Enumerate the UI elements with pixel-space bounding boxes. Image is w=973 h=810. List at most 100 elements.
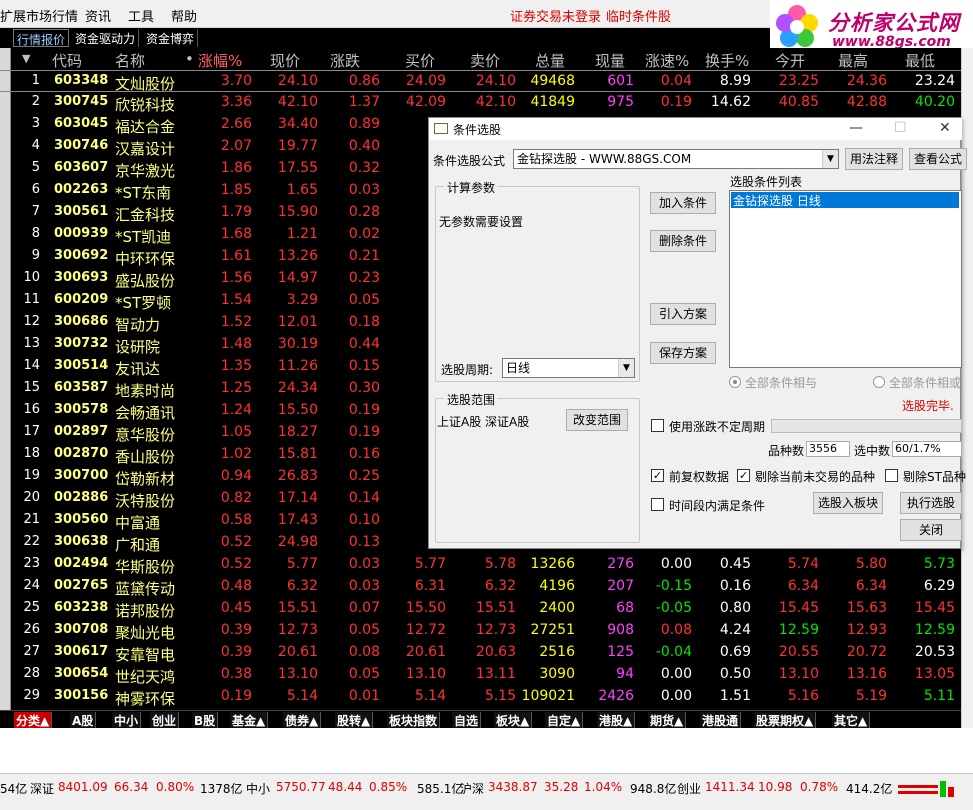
- table-row[interactable]: 25 603238 诺邦股份 0.45 15.51 0.07 15.50 15.51 2400 6…: [0, 598, 961, 620]
- cell-name: *ST东南: [115, 184, 172, 202]
- pre-rights-checkbox[interactable]: ✓: [651, 469, 664, 482]
- bottom-tab-8[interactable]: 板块指数: [387, 712, 441, 728]
- uncertain-period-checkbox[interactable]: [651, 419, 664, 432]
- chevron-down-icon[interactable]: ▼: [822, 150, 838, 168]
- radio-and[interactable]: [729, 376, 741, 388]
- table-row[interactable]: 1 603348 文灿股份 3.70 24.10 0.86 24.09 24.10 49468 6…: [0, 70, 961, 93]
- tab-quotes[interactable]: 行情报价: [13, 29, 70, 47]
- header-name-col[interactable]: 名称: [115, 50, 145, 71]
- cell-code: 300156: [54, 688, 109, 703]
- cell-n: 20: [23, 490, 40, 505]
- header-vol-col[interactable]: 总量: [535, 50, 565, 71]
- header-dot-col[interactable]: •: [185, 50, 194, 68]
- menu-news[interactable]: 资讯: [85, 6, 111, 25]
- header-bid-col[interactable]: 买价: [405, 50, 435, 71]
- sort-menu-icon[interactable]: ▼: [22, 52, 30, 65]
- menu-tools[interactable]: 工具: [128, 6, 154, 25]
- bottom-tab-0[interactable]: 分类▲: [14, 712, 53, 728]
- count-value: 3556: [806, 441, 850, 457]
- menu-extended-market[interactable]: 扩展市场行情: [0, 6, 78, 25]
- bottom-tab-1[interactable]: A股: [70, 712, 97, 728]
- table-row[interactable]: 27 300617 安靠智电 0.39 20.61 0.08 20.61 20.63 2516 1…: [0, 642, 961, 664]
- close-button[interactable]: 关闭: [900, 519, 962, 541]
- condition-list-item[interactable]: 金钻探选股 日线: [731, 192, 959, 208]
- cell-high: 13.16: [846, 666, 887, 682]
- header-ask-col[interactable]: 卖价: [470, 50, 500, 71]
- header-cur-col[interactable]: 现量: [595, 50, 625, 71]
- bottom-tab-10[interactable]: 板块▲: [494, 712, 533, 728]
- menu-help[interactable]: 帮助: [171, 6, 197, 25]
- header-code-col[interactable]: 代码: [52, 50, 82, 71]
- bottom-tab-3[interactable]: 创业: [150, 712, 180, 728]
- bottom-tab-12[interactable]: 港股▲: [597, 712, 636, 728]
- exclude-untraded-checkbox[interactable]: ✓: [737, 469, 750, 482]
- tab-capital-game[interactable]: 资金博弈: [143, 29, 199, 47]
- table-row[interactable]: 24 002765 蓝黛传动 0.48 6.32 0.03 6.31 6.32 4196 207 -…: [0, 576, 961, 598]
- header-open-col[interactable]: 今开: [775, 50, 805, 71]
- cell-cur: 601: [607, 73, 634, 89]
- bottom-tab-2[interactable]: 中小: [112, 712, 142, 728]
- formula-select[interactable]: 金钻探选股 - WWW.88GS.COM ▼: [513, 149, 839, 169]
- exclude-st-checkbox[interactable]: [885, 469, 898, 482]
- status-item: 948.8亿: [630, 782, 677, 796]
- cell-price: 12.73: [277, 622, 318, 638]
- cell-high: 20.72: [846, 644, 887, 660]
- bottom-tab-7[interactable]: 股转▲: [335, 712, 374, 728]
- bottom-tab-11[interactable]: 自定▲: [545, 712, 584, 728]
- bottom-tab-16[interactable]: 其它▲: [832, 712, 871, 728]
- temp-condition-stock[interactable]: 临时条件股: [606, 6, 671, 25]
- cell-name: 福达合金: [115, 118, 176, 136]
- save-plan-button[interactable]: 保存方案: [650, 342, 716, 364]
- cell-n: 12: [23, 314, 40, 329]
- header-chg-col[interactable]: 涨跌: [330, 50, 360, 71]
- cell-chg: 0.19: [348, 424, 380, 440]
- bottom-tab-14[interactable]: 港股通: [700, 712, 742, 728]
- header-spd-col[interactable]: 涨速%: [645, 50, 689, 71]
- cell-code: 300746: [54, 138, 109, 153]
- condition-list[interactable]: 金钻探选股 日线: [729, 190, 962, 368]
- minimize-icon[interactable]: —: [849, 120, 863, 136]
- import-plan-button[interactable]: 引入方案: [650, 303, 716, 325]
- status-item: 0.78%: [800, 780, 839, 794]
- bottom-tab-9[interactable]: 自选: [452, 712, 482, 728]
- add-condition-button[interactable]: 加入条件: [650, 192, 716, 214]
- cell-code: 300700: [54, 468, 109, 483]
- close-icon[interactable]: ✕: [939, 120, 951, 136]
- bottom-tab-4[interactable]: B股: [192, 712, 219, 728]
- bottom-tab-6[interactable]: 债券▲: [283, 712, 322, 728]
- cell-bid: 13.10: [405, 666, 446, 682]
- maximize-icon[interactable]: ☐: [894, 120, 907, 136]
- table-row[interactable]: 23 002494 华斯股份 0.52 5.77 0.03 5.77 5.78 13266 276…: [0, 554, 961, 576]
- radio-or[interactable]: [873, 376, 885, 388]
- usage-notes-button[interactable]: 用法注释: [845, 148, 903, 170]
- header-chg-pct-col[interactable]: 涨幅%: [198, 50, 242, 71]
- cell-name: 聚灿光电: [115, 624, 176, 642]
- trade-login-warning[interactable]: 证券交易未登录: [510, 6, 601, 25]
- header-high-col[interactable]: 最高: [838, 50, 868, 71]
- table-row[interactable]: 2 300745 欣锐科技 3.36 42.10 1.37 42.09 42.10 41849 9…: [0, 92, 961, 114]
- time-range-checkbox[interactable]: [651, 498, 664, 511]
- bottom-tab-13[interactable]: 期货▲: [648, 712, 687, 728]
- run-selection-button[interactable]: 执行选股: [900, 492, 962, 514]
- change-range-button[interactable]: 改变范围: [566, 409, 628, 431]
- header-price-col[interactable]: 现价: [270, 50, 300, 71]
- chevron-down-icon[interactable]: ▼: [618, 359, 634, 377]
- table-row[interactable]: 28 300654 世纪天鸿 0.38 13.10 0.05 13.10 13.11 3090 9…: [0, 664, 961, 686]
- bottom-tab-15[interactable]: 股票期权▲: [754, 712, 817, 728]
- cell-chg: 0.03: [348, 578, 380, 594]
- cell-turn: 0.50: [719, 666, 751, 682]
- tab-capital-drive[interactable]: 资金驱动力: [72, 29, 140, 47]
- view-formula-button[interactable]: 查看公式: [909, 148, 967, 170]
- cell-turn: 8.99: [719, 73, 751, 89]
- dialog-titlebar[interactable]: 条件选股 — ☐ ✕: [429, 118, 962, 140]
- period-select[interactable]: 日线 ▼: [502, 358, 635, 378]
- delete-condition-button[interactable]: 删除条件: [650, 230, 716, 252]
- bottom-tab-5[interactable]: 基金▲: [230, 712, 269, 728]
- cell-chg: 0.02: [348, 226, 380, 242]
- header-low-col[interactable]: 最低: [905, 50, 935, 71]
- table-row[interactable]: 29 300156 神雾环保 0.19 5.14 0.01 5.14 5.15 109021 24…: [0, 686, 961, 708]
- to-block-button[interactable]: 选股入板块: [813, 492, 883, 514]
- header-turn-col[interactable]: 换手%: [705, 50, 749, 71]
- table-row[interactable]: 26 300708 聚灿光电 0.39 12.73 0.05 12.72 12.73 27251…: [0, 620, 961, 642]
- status-item: 3438.87: [488, 780, 538, 794]
